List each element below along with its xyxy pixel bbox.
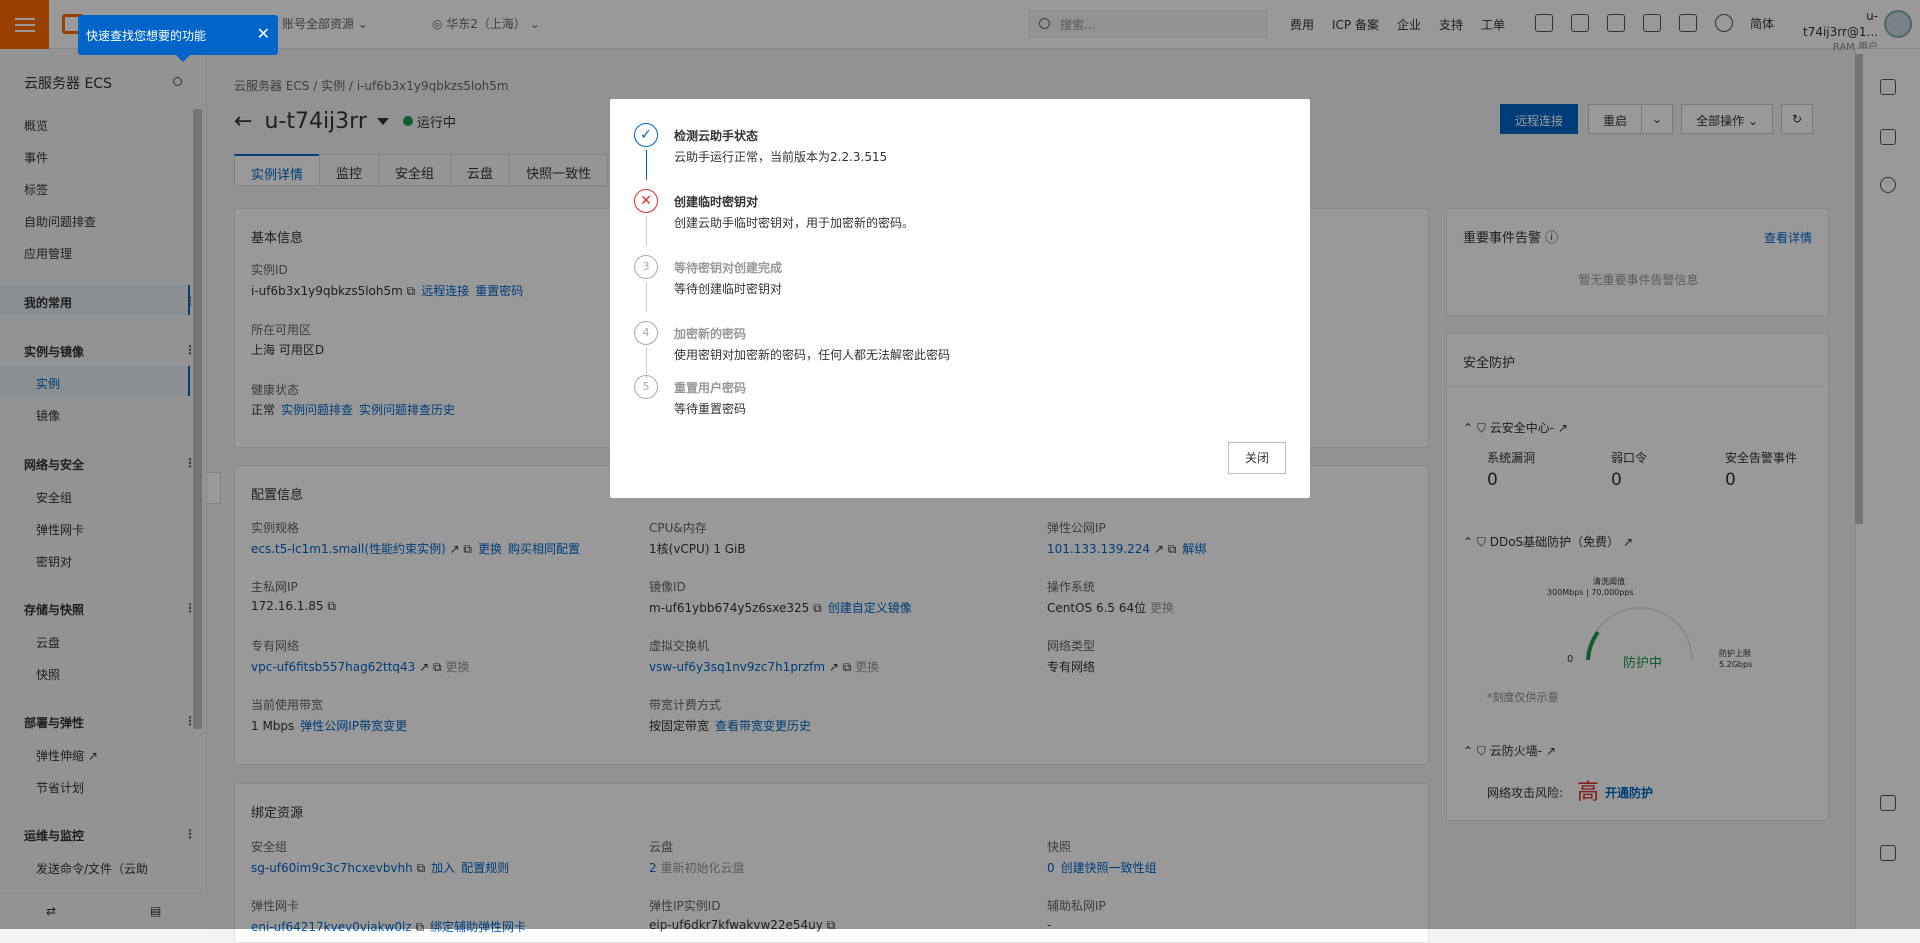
- step-title: 等待密钥对创建完成: [674, 261, 783, 275]
- step-title: 加密新的密码: [674, 327, 747, 341]
- step-desc: 云助手运行正常，当前版本为2.2.3.515: [674, 150, 888, 164]
- step-number: 3: [634, 255, 658, 279]
- reset-password-dialog: ✓ 检测云助手状态 云助手运行正常，当前版本为2.2.3.515 ✕ 创建临时密…: [610, 99, 1310, 498]
- step-desc: 创建云助手临时密钥对，用于加密新的密码。: [674, 216, 915, 230]
- close-icon[interactable]: ✕: [257, 24, 270, 43]
- step-desc: 使用密钥对加密新的密码，任何人都无法解密此密码: [674, 348, 951, 362]
- step-desc: 等待重置密码: [674, 402, 747, 416]
- close-button[interactable]: 关闭: [1228, 442, 1286, 474]
- check-icon: ✓: [634, 123, 658, 147]
- error-icon: ✕: [634, 189, 658, 213]
- step-desc: 等待创建临时密钥对: [674, 282, 783, 296]
- quick-find-tooltip: 快速查找您想要的功能 ✕: [78, 15, 278, 62]
- step-title: 重置用户密码: [674, 381, 747, 395]
- tooltip-text: 快速查找您想要的功能: [86, 29, 207, 43]
- step-title: 创建临时密钥对: [674, 195, 759, 209]
- step-title: 检测云助手状态: [674, 129, 759, 143]
- step-number: 4: [634, 321, 658, 345]
- step-number: 5: [634, 375, 658, 399]
